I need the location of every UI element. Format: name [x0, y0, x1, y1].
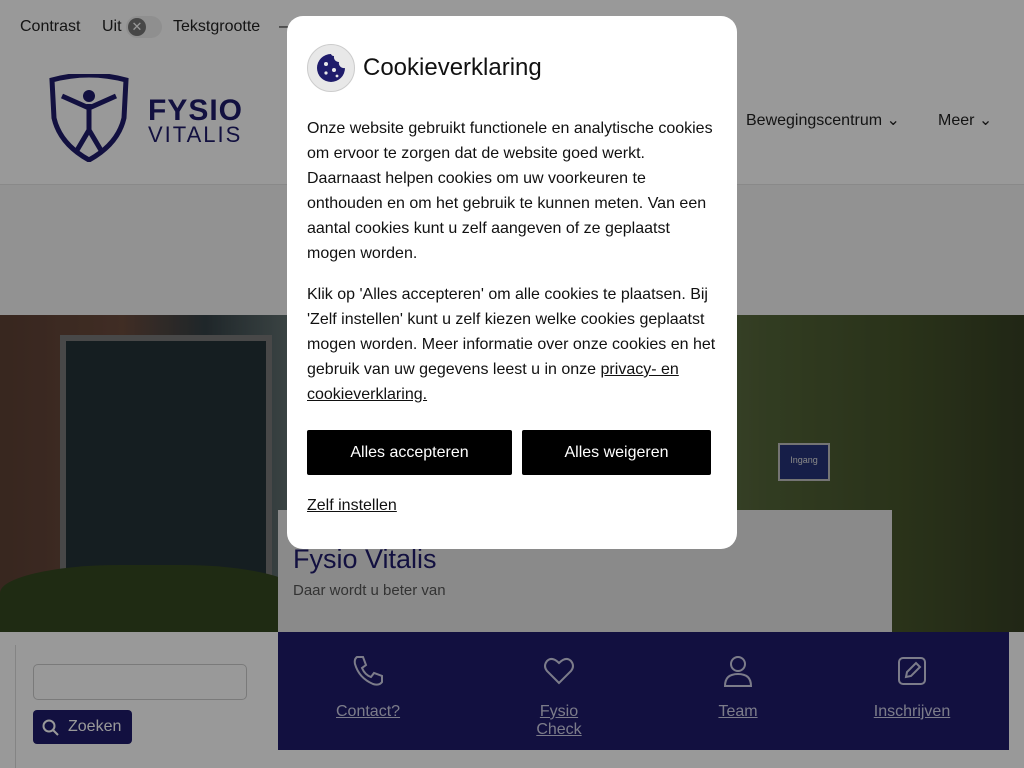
cookie-icon-wrap: [307, 44, 355, 92]
custom-settings-link[interactable]: Zelf instellen: [307, 497, 397, 515]
accept-all-button[interactable]: Alles accepteren: [307, 430, 512, 475]
reject-all-button[interactable]: Alles weigeren: [522, 430, 711, 475]
cookie-dialog: Cookieverklaring Onze website gebruikt f…: [287, 16, 737, 549]
cookie-text-2: Klik op 'Alles accepteren' om alle cooki…: [307, 282, 719, 407]
cookie-title: Cookieverklaring: [363, 54, 542, 81]
cookie-icon: [317, 54, 345, 82]
cookie-text-1: Onze website gebruikt functionele en ana…: [307, 120, 713, 262]
